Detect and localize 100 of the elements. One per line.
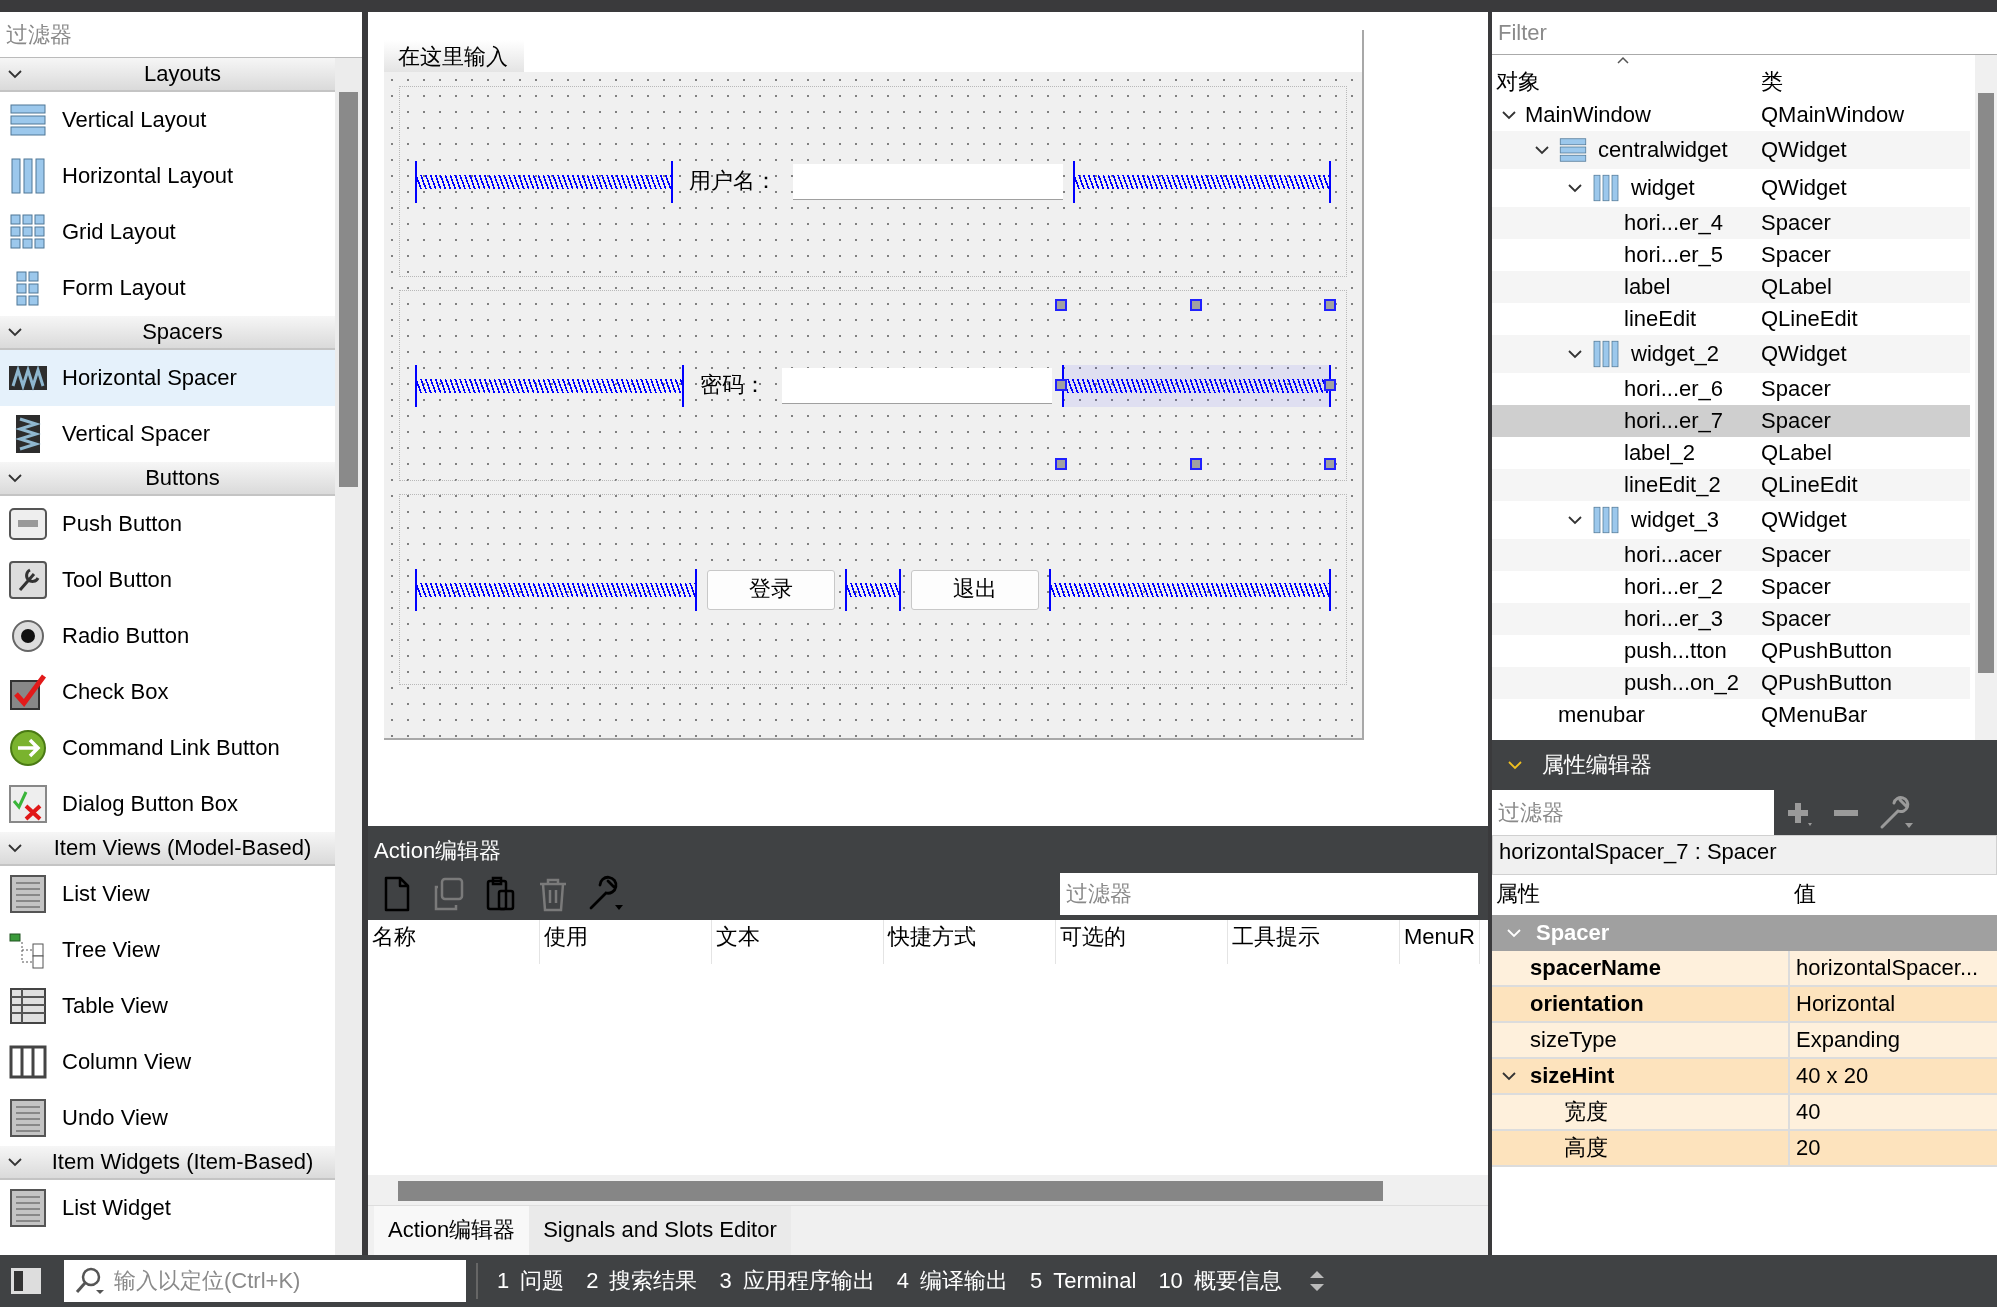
object-name: hori...er_6 — [1624, 375, 1725, 403]
widget-box-item[interactable]: List View — [0, 866, 335, 922]
widget-box-item[interactable]: Check Box — [0, 664, 335, 720]
widget-box-item[interactable]: Radio Button — [0, 608, 335, 664]
property-name: 宽度 — [1564, 1098, 1608, 1126]
line-edit[interactable] — [793, 163, 1063, 200]
resize-handle[interactable] — [1324, 299, 1336, 311]
class-name: QLineEdit — [1760, 471, 1859, 499]
resize-handle[interactable] — [1324, 378, 1336, 391]
filter-field[interactable]: 过滤器 — [1492, 790, 1774, 835]
category-header[interactable]: Item Widgets (Item-Based) — [0, 1146, 335, 1180]
category-header[interactable]: Item Views (Model-Based) — [0, 832, 335, 866]
column-header[interactable]: 属性 — [1492, 875, 1790, 915]
panel-title: 属性编辑器 — [1542, 751, 1652, 779]
horizontal-spacer[interactable] — [1062, 364, 1331, 407]
locator-field[interactable]: 输入以定位(Ctrl+K) — [64, 1260, 466, 1302]
class-name: QLabel — [1760, 439, 1833, 467]
push-button[interactable]: 退出 — [911, 569, 1039, 610]
resize-handle[interactable] — [1189, 299, 1202, 311]
column-header[interactable]: 文本 — [712, 920, 884, 965]
output-pane-button[interactable]: 5 Terminal — [1019, 1267, 1148, 1295]
scrollbar-thumb[interactable] — [1978, 93, 1994, 673]
tree-row[interactable]: hori...er_5 Spacer — [1492, 239, 1970, 271]
filter-field[interactable]: 过滤器 — [1060, 873, 1478, 916]
object-name: lineEdit_2 — [1624, 471, 1722, 499]
tree-row[interactable]: centralwidget QWidget — [1492, 131, 1970, 169]
output-pane-button[interactable]: 10 概要信息 — [1147, 1267, 1293, 1295]
column-header[interactable]: 类 — [1757, 68, 1783, 95]
widget-box-item[interactable]: Column View — [0, 1034, 335, 1090]
class-name: QMainWindow — [1760, 101, 1906, 129]
tree-row[interactable]: lineEdit QLineEdit — [1492, 303, 1970, 335]
dock-tab[interactable]: Action编辑器 — [374, 1206, 530, 1255]
tree-row[interactable]: label_2 QLabel — [1492, 437, 1970, 469]
object-name: label — [1624, 273, 1672, 301]
column-header[interactable]: 工具提示 — [1228, 920, 1400, 965]
tree-row[interactable]: widget QWidget — [1492, 169, 1970, 207]
widget-box-item[interactable]: Command Link Button — [0, 720, 335, 776]
property-value[interactable]: horizontalSpacer... — [1790, 954, 1997, 982]
tree-row[interactable]: hori...acer Spacer — [1492, 539, 1970, 571]
widget-box-item[interactable]: Table View — [0, 978, 335, 1034]
resize-handle[interactable] — [1055, 378, 1067, 391]
dock-tab[interactable]: Signals and Slots Editor — [529, 1206, 791, 1255]
widget-box-item[interactable]: List Widget — [0, 1180, 335, 1236]
wrench-button-icon — [8, 560, 48, 600]
category-header[interactable]: Buttons — [0, 462, 335, 496]
tree-row[interactable]: push...tton QPushButton — [1492, 635, 1970, 667]
output-pane-button[interactable]: 3 应用程序输出 — [708, 1267, 886, 1295]
tree-row[interactable]: hori...er_3 Spacer — [1492, 603, 1970, 635]
property-value[interactable]: 20 — [1790, 1134, 1997, 1162]
scrollbar-thumb[interactable] — [339, 92, 358, 487]
column-header[interactable]: 使用 — [540, 920, 712, 965]
tree-row[interactable]: MainWindow QMainWindow — [1492, 99, 1970, 131]
property-value[interactable]: Horizontal — [1790, 990, 1997, 1018]
column-header[interactable]: 快捷方式 — [884, 920, 1056, 965]
tree-row[interactable]: lineEdit_2 QLineEdit — [1492, 469, 1970, 501]
widget-box-item[interactable]: Grid Layout — [0, 204, 335, 260]
tree-row[interactable]: hori...er_7 Spacer — [1492, 405, 1970, 437]
widget-box-item[interactable]: Tree View — [0, 922, 335, 978]
tree-row[interactable]: hori...er_2 Spacer — [1492, 571, 1970, 603]
widget-box-item[interactable]: Vertical Spacer — [0, 406, 335, 462]
property-value[interactable]: Expanding — [1790, 1026, 1997, 1054]
class-name: QLabel — [1760, 273, 1833, 301]
tree-row[interactable]: label QLabel — [1492, 271, 1970, 303]
widget-box-item[interactable]: Horizontal Layout — [0, 148, 335, 204]
category-header[interactable]: Layouts — [0, 58, 335, 92]
widget-box-item[interactable]: Undo View — [0, 1090, 335, 1146]
column-header[interactable]: 名称 — [368, 920, 540, 965]
resize-handle[interactable] — [1189, 458, 1202, 470]
resize-handle[interactable] — [1055, 299, 1067, 311]
scrollbar-thumb[interactable] — [398, 1181, 1383, 1201]
widget-box-item[interactable]: Form Layout — [0, 260, 335, 316]
tree-row[interactable]: widget_2 QWidget — [1492, 335, 1970, 373]
check-cross-icon — [8, 784, 48, 824]
table-icon — [8, 986, 48, 1026]
output-pane-button[interactable]: 4 编译输出 — [885, 1267, 1019, 1295]
widget-box-item[interactable]: Horizontal Spacer — [0, 350, 335, 406]
category-header[interactable]: Spacers — [0, 316, 335, 350]
wrench-icon[interactable] — [1878, 794, 1914, 831]
list-icon — [8, 874, 48, 914]
push-button[interactable]: 登录 — [707, 569, 835, 610]
tree-row[interactable]: hori...er_6 Spacer — [1492, 373, 1970, 405]
column-header[interactable]: 值 — [1790, 875, 1816, 915]
resize-handle[interactable] — [1324, 458, 1336, 470]
tree-row[interactable]: menubar QMenuBar — [1492, 699, 1970, 731]
column-header[interactable]: 对象 — [1492, 68, 1540, 95]
property-value[interactable]: 40 x 20 — [1790, 1062, 1997, 1090]
property-value[interactable]: 40 — [1790, 1098, 1997, 1126]
widget-box-item[interactable]: Dialog Button Box — [0, 776, 335, 832]
column-header[interactable]: MenuR — [1400, 920, 1480, 965]
form-label: 用户名： — [688, 168, 778, 195]
widget-box-item[interactable]: Tool Button — [0, 552, 335, 608]
tree-row[interactable]: widget_3 QWidget — [1492, 501, 1970, 539]
tree-row[interactable]: hori...er_4 Spacer — [1492, 207, 1970, 239]
widget-box-item[interactable]: Push Button — [0, 496, 335, 552]
output-pane-button[interactable]: 2 搜索结果 — [575, 1267, 709, 1295]
widget-box-item[interactable]: Vertical Layout — [0, 92, 335, 148]
output-pane-button[interactable]: 1 问题 — [486, 1267, 576, 1295]
tree-row[interactable]: push...on_2 QPushButton — [1492, 667, 1970, 699]
resize-handle[interactable] — [1055, 458, 1067, 470]
column-header[interactable]: 可选的 — [1056, 920, 1228, 965]
